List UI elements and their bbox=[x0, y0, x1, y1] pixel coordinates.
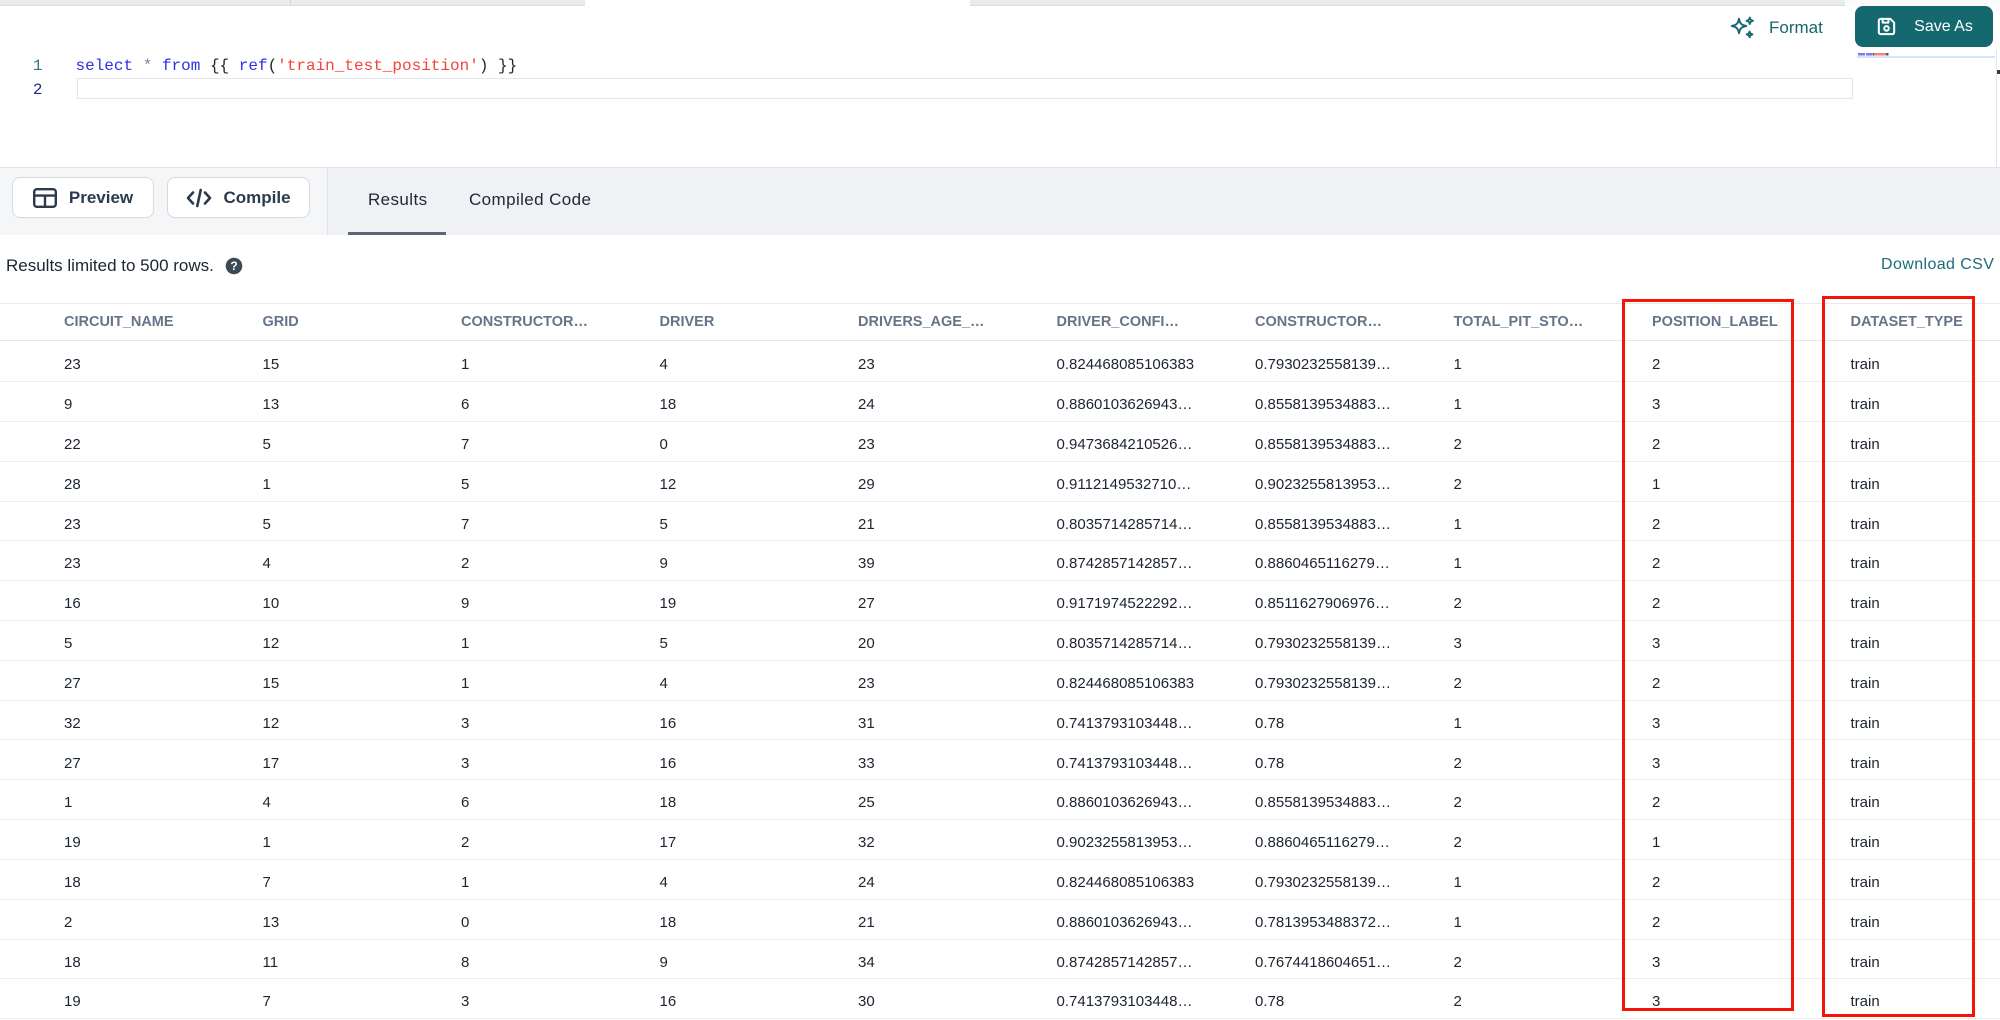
svg-text:?: ? bbox=[230, 259, 237, 273]
